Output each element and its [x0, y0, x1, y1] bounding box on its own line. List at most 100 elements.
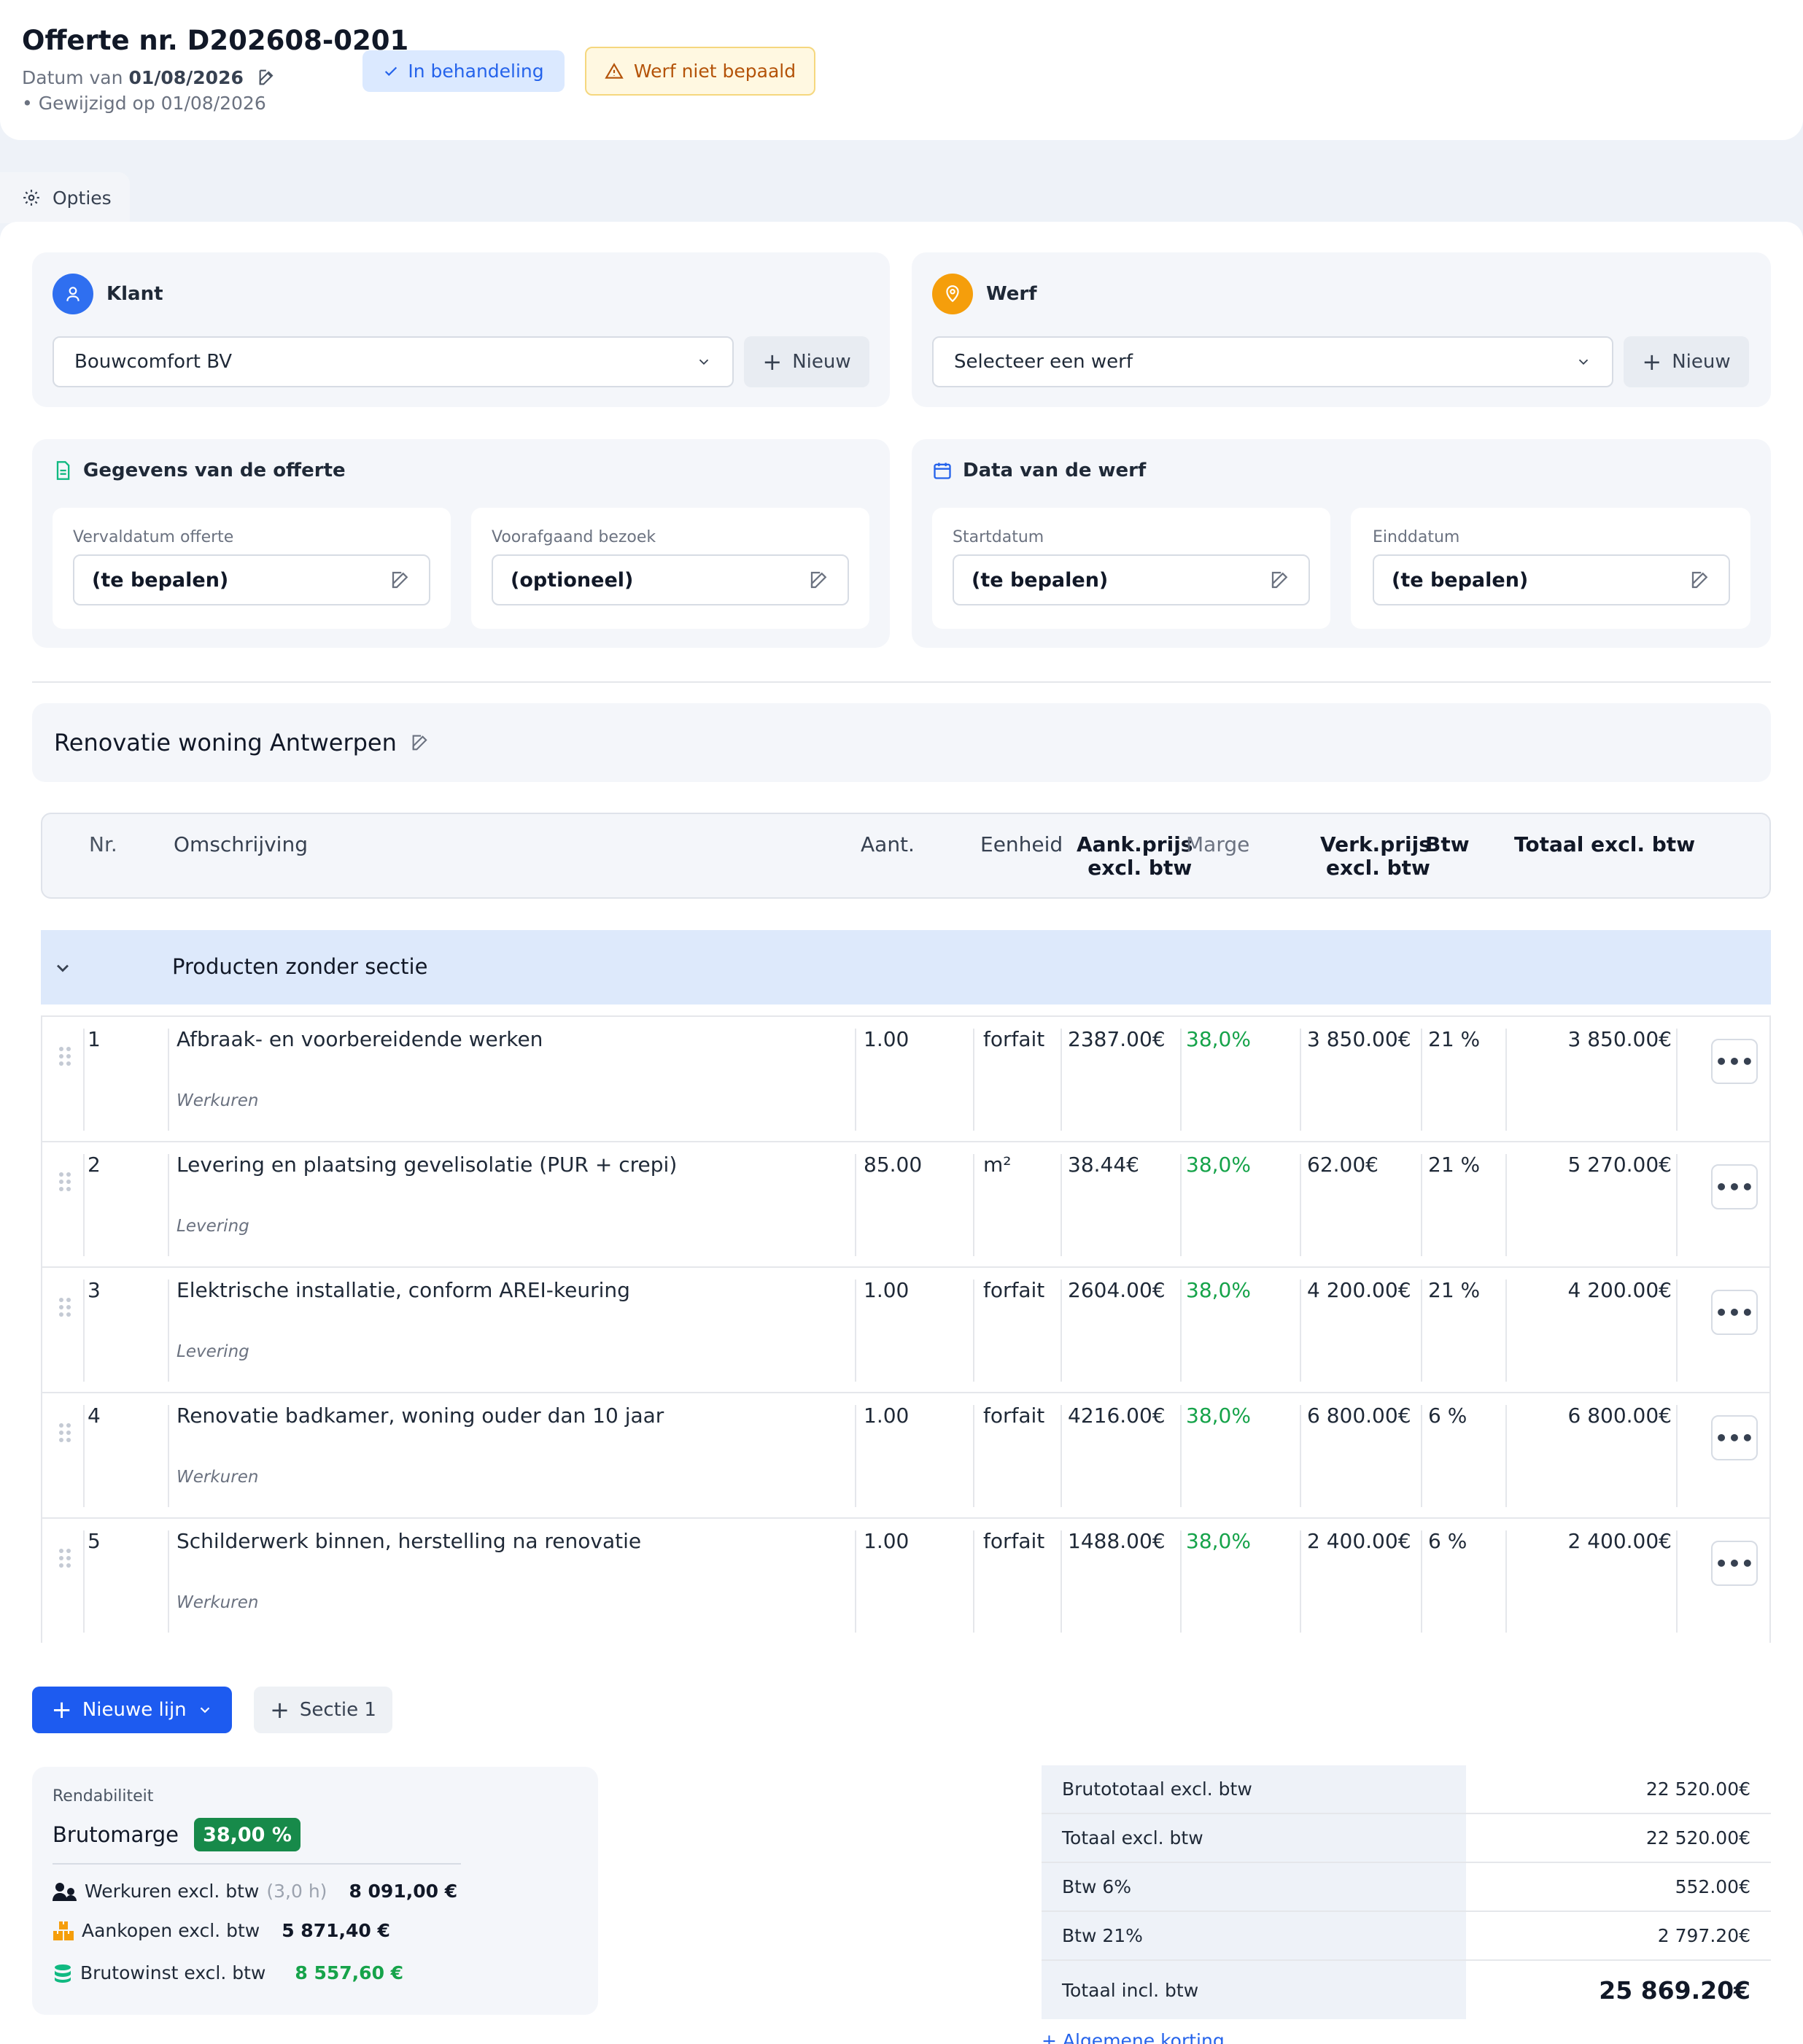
vervaldatum-field[interactable]: (te bepalen): [73, 554, 430, 605]
drag-handle-icon[interactable]: [58, 1422, 71, 1443]
row-menu-button[interactable]: •••: [1711, 1541, 1758, 1586]
column-divider: [855, 1154, 856, 1256]
cell-unit[interactable]: forfait: [983, 1278, 1044, 1303]
column-divider: [1061, 1280, 1062, 1382]
cell-qty[interactable]: 85.00: [864, 1153, 922, 1177]
cell-sell[interactable]: 2 400.00€: [1307, 1529, 1411, 1554]
tab-opties[interactable]: Opties: [0, 172, 130, 223]
general-discount-link[interactable]: + Algemene korting: [1042, 2030, 1225, 2044]
edit-icon: [1691, 571, 1708, 589]
cell-nr[interactable]: 2: [88, 1153, 101, 1177]
column-divider: [83, 1280, 85, 1382]
table-row[interactable]: 2 Levering en plaatsing gevelisolatie (PU…: [41, 1141, 1771, 1266]
table-row[interactable]: 1 Afbraak- en voorbereidende werken 1.00 fo…: [41, 1015, 1771, 1141]
cell-buy[interactable]: 38.44€: [1068, 1153, 1139, 1177]
table-row[interactable]: 4 Renovatie badkamer, woning ouder dan 10…: [41, 1392, 1771, 1517]
col-omschrijving: Omschrijving: [174, 832, 308, 856]
table-header: Nr. Omschrijving Aant. Eenheid Aank.prij…: [41, 813, 1771, 899]
cell-sell[interactable]: 3 850.00€: [1307, 1027, 1411, 1052]
plus-icon: +: [762, 348, 783, 376]
cell-category: Levering: [177, 1342, 249, 1361]
klant-select[interactable]: Bouwcomfort BV: [53, 336, 734, 387]
cell-unit[interactable]: forfait: [983, 1404, 1044, 1428]
drag-handle-icon[interactable]: [58, 1172, 71, 1192]
totals-row: Btw 21% 2 797.20€: [1042, 1912, 1771, 1961]
edit-icon: [1271, 571, 1288, 589]
cell-nr[interactable]: 3: [88, 1278, 101, 1303]
rendabiliteit-divider: [53, 1863, 461, 1865]
cell-margin[interactable]: 38,0%: [1186, 1404, 1251, 1428]
cell-buy[interactable]: 4216.00€: [1068, 1404, 1166, 1428]
cell-buy[interactable]: 1488.00€: [1068, 1529, 1166, 1554]
edit-project-title-icon[interactable]: [410, 732, 430, 753]
column-divider: [973, 1280, 974, 1382]
cell-unit[interactable]: m²: [983, 1153, 1012, 1177]
cell-category: Werkuren: [177, 1091, 259, 1110]
row-menu-button[interactable]: •••: [1711, 1290, 1758, 1335]
cell-margin[interactable]: 38,0%: [1186, 1278, 1251, 1303]
cell-unit[interactable]: forfait: [983, 1027, 1044, 1052]
user-icon: [53, 274, 93, 314]
cell-vat[interactable]: 21 %: [1428, 1027, 1480, 1052]
edit-date-icon[interactable]: [257, 67, 277, 88]
cell-desc[interactable]: Afbraak- en voorbereidende werken: [177, 1027, 543, 1052]
new-klant-button[interactable]: + Nieuw: [744, 336, 869, 387]
page-title: Offerte nr. D202608-0201: [22, 25, 409, 56]
startdatum-field[interactable]: (te bepalen): [953, 554, 1310, 605]
cell-sell[interactable]: 62.00€: [1307, 1153, 1379, 1177]
section-row[interactable]: Producten zonder sectie: [41, 930, 1771, 1004]
table-row[interactable]: 5 Schilderwerk binnen, herstelling na ren…: [41, 1517, 1771, 1643]
drag-handle-icon[interactable]: [58, 1046, 71, 1066]
chevron-down-icon[interactable]: [53, 958, 73, 978]
cell-margin[interactable]: 38,0%: [1186, 1153, 1251, 1177]
column-divider: [1061, 1405, 1062, 1507]
cell-margin[interactable]: 38,0%: [1186, 1027, 1251, 1052]
column-divider: [1676, 1405, 1678, 1507]
cell-sell[interactable]: 4 200.00€: [1307, 1278, 1411, 1303]
cell-qty[interactable]: 1.00: [864, 1529, 909, 1554]
row-menu-button[interactable]: •••: [1711, 1164, 1758, 1209]
cell-nr[interactable]: 5: [88, 1529, 101, 1554]
cell-buy[interactable]: 2387.00€: [1068, 1027, 1166, 1052]
plus-icon: +: [51, 1695, 72, 1724]
cell-vat[interactable]: 21 %: [1428, 1278, 1480, 1303]
table-row[interactable]: 3 Elektrische installatie, conform AREI-k…: [41, 1266, 1771, 1392]
cell-desc[interactable]: Elektrische installatie, conform AREI-ke…: [177, 1278, 630, 1303]
status-badge[interactable]: In behandeling: [362, 50, 565, 92]
cell-vat[interactable]: 21 %: [1428, 1153, 1480, 1177]
totals-label: Totaal excl. btw: [1042, 1814, 1466, 1862]
column-divider: [973, 1405, 974, 1507]
cell-nr[interactable]: 4: [88, 1404, 101, 1428]
einddatum-field[interactable]: (te bepalen): [1373, 554, 1730, 605]
project-title-bar: Renovatie woning Antwerpen: [32, 703, 1771, 782]
col-aankprijs: Aank.prijs excl. btw: [1077, 832, 1193, 880]
cell-buy[interactable]: 2604.00€: [1068, 1278, 1166, 1303]
cell-nr[interactable]: 1: [88, 1027, 101, 1052]
bezoek-field[interactable]: (optioneel): [492, 554, 849, 605]
cell-sell[interactable]: 6 800.00€: [1307, 1404, 1411, 1428]
cell-qty[interactable]: 1.00: [864, 1404, 909, 1428]
cell-qty[interactable]: 1.00: [864, 1027, 909, 1052]
cell-desc[interactable]: Renovatie badkamer, woning ouder dan 10 …: [177, 1404, 664, 1428]
cell-vat[interactable]: 6 %: [1428, 1529, 1467, 1554]
new-line-button[interactable]: + Nieuwe lijn: [32, 1687, 232, 1733]
drag-handle-icon[interactable]: [58, 1548, 71, 1568]
row-menu-button[interactable]: •••: [1711, 1415, 1758, 1460]
cell-desc[interactable]: Levering en plaatsing gevelisolatie (PUR…: [177, 1153, 677, 1177]
chevron-down-icon: [699, 359, 709, 365]
cell-unit[interactable]: forfait: [983, 1529, 1044, 1554]
column-divider: [1180, 1280, 1182, 1382]
drag-handle-icon[interactable]: [58, 1297, 71, 1317]
column-divider: [855, 1405, 856, 1507]
new-werf-button[interactable]: + Nieuw: [1624, 336, 1749, 387]
totals-row: Btw 6% 552.00€: [1042, 1863, 1771, 1912]
cell-vat[interactable]: 6 %: [1428, 1404, 1467, 1428]
cell-desc[interactable]: Schilderwerk binnen, herstelling na reno…: [177, 1529, 641, 1554]
row-menu-button[interactable]: •••: [1711, 1039, 1758, 1084]
add-section-button[interactable]: + Sectie 1: [254, 1687, 392, 1733]
cell-margin[interactable]: 38,0%: [1186, 1529, 1251, 1554]
column-divider: [168, 1280, 169, 1382]
werf-select[interactable]: Selecteer een werf: [932, 336, 1613, 387]
cell-qty[interactable]: 1.00: [864, 1278, 909, 1303]
edit-icon: [810, 571, 827, 589]
